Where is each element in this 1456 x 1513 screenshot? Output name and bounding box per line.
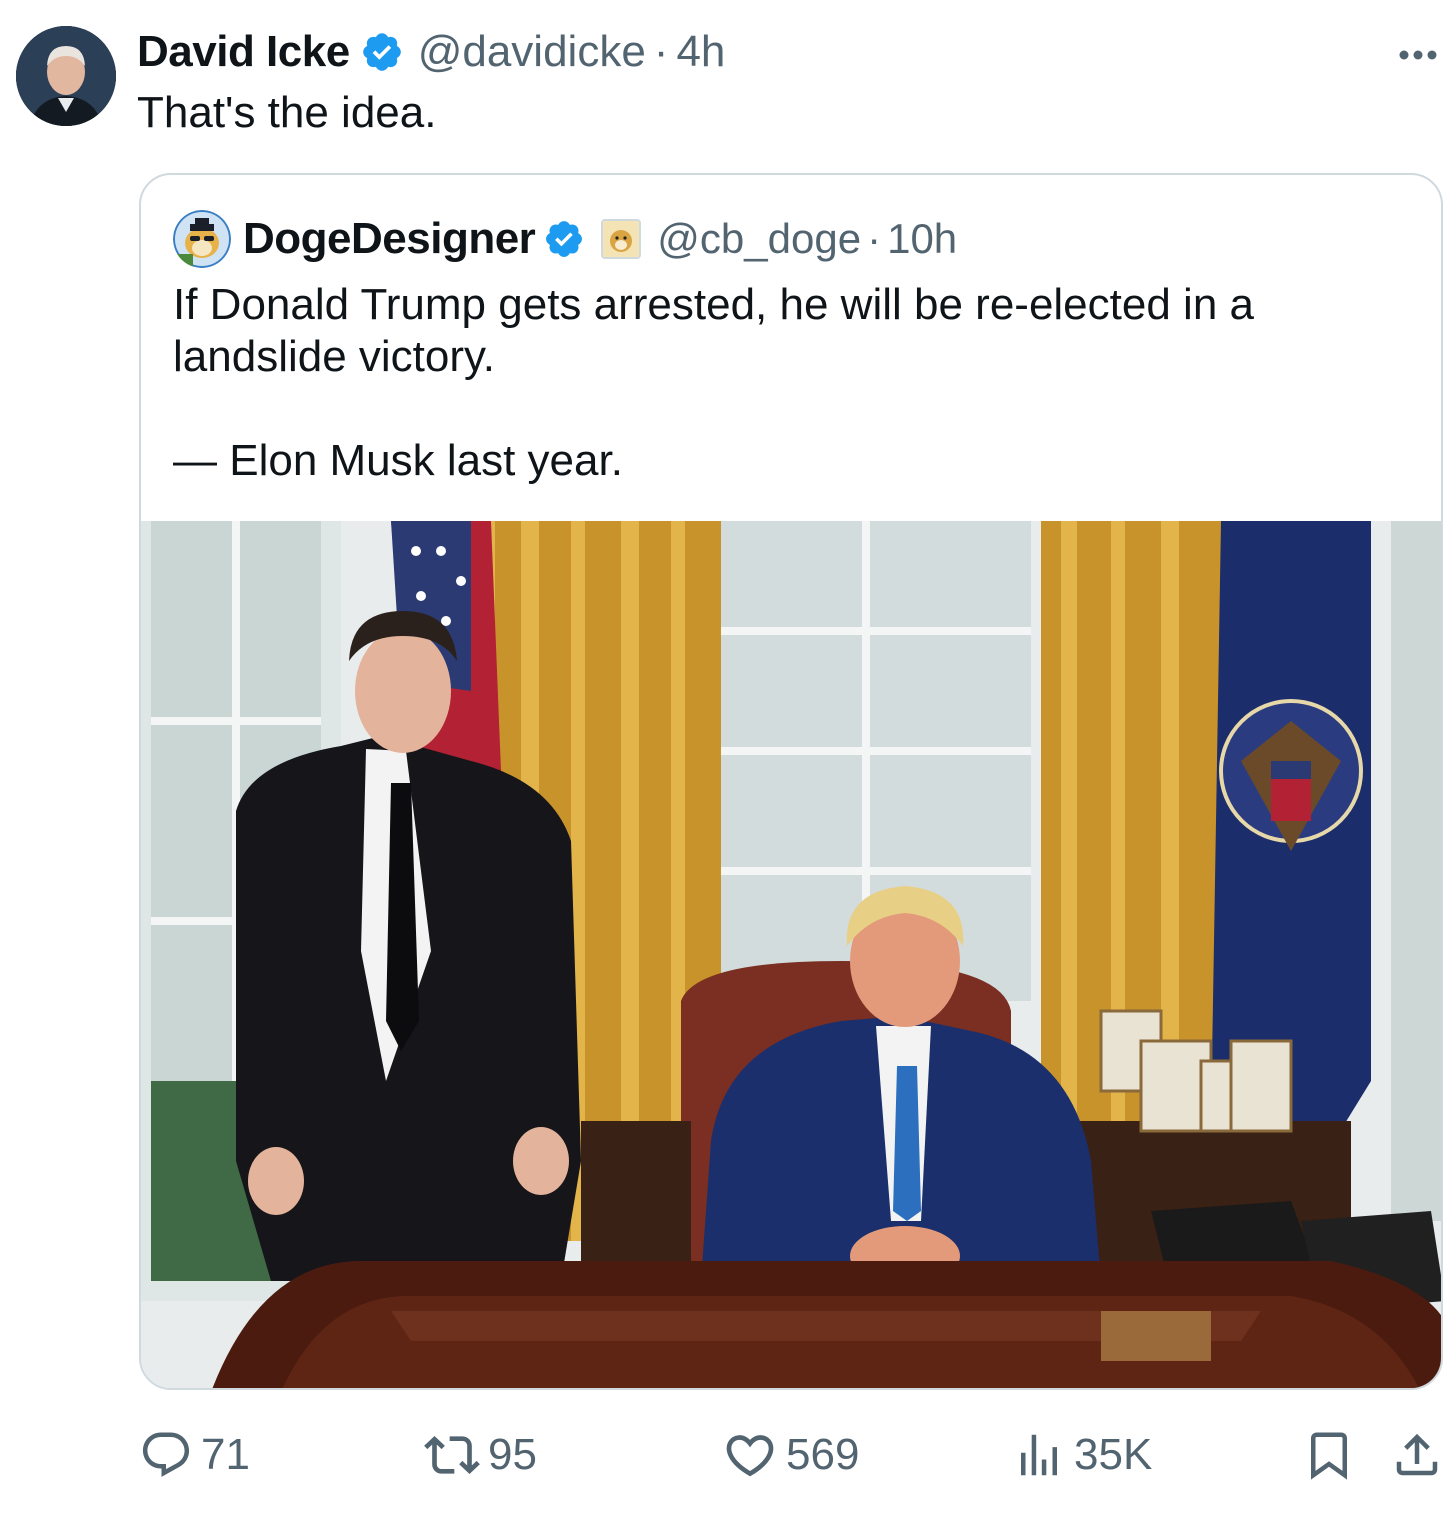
post-time[interactable]: 4h <box>676 27 725 77</box>
repost-icon <box>424 1427 480 1483</box>
repost-count: 95 <box>488 1430 537 1479</box>
quoted-post-photo[interactable] <box>141 521 1441 1388</box>
verified-badge-icon[interactable] <box>543 218 585 260</box>
reply-count: 71 <box>201 1430 250 1479</box>
quoted-author-avatar <box>173 210 231 268</box>
bookmark-icon <box>1302 1428 1356 1482</box>
post-header: David Icke @davidicke · 4h <box>137 24 725 80</box>
quoted-text-line: — Elon Musk last year. <box>173 436 623 485</box>
quoted-post-time[interactable]: 10h <box>887 215 957 263</box>
action-bar: 71 95 569 35K <box>0 1420 1456 1490</box>
quoted-post-header: DogeDesigner @cb_doge · 10h <box>173 210 957 268</box>
reply-button[interactable]: 71 <box>139 1420 250 1490</box>
like-count: 569 <box>786 1430 860 1479</box>
separator-dot: · <box>867 215 882 262</box>
quoted-post[interactable]: DogeDesigner @cb_doge · 10h If Donald Tr… <box>139 173 1443 1390</box>
quoted-author-handle[interactable]: @cb_doge <box>657 215 861 263</box>
heart-icon <box>722 1427 778 1483</box>
reply-icon <box>139 1428 193 1482</box>
tweet[interactable]: David Icke @davidicke · 4h That's the id… <box>0 0 1456 1513</box>
verified-badge-icon[interactable] <box>360 30 404 74</box>
share-icon <box>1390 1428 1444 1482</box>
affiliate-badge-icon[interactable] <box>601 219 642 259</box>
repost-button[interactable]: 95 <box>424 1420 537 1490</box>
quoted-post-text: If Donald Trump gets arrested, he will b… <box>173 279 1403 487</box>
share-button[interactable] <box>1390 1420 1444 1490</box>
separator-dot: · <box>653 27 669 76</box>
bookmark-button[interactable] <box>1302 1420 1356 1490</box>
post-text: That's the idea. <box>137 88 437 137</box>
views-count: 35K <box>1074 1430 1153 1479</box>
quoted-text-line: If Donald Trump gets arrested, he will b… <box>173 280 1254 381</box>
like-button[interactable]: 569 <box>722 1420 859 1490</box>
more-icon[interactable] <box>1396 40 1440 70</box>
views-icon <box>1012 1428 1066 1482</box>
author-name[interactable]: David Icke <box>137 27 350 77</box>
author-handle[interactable]: @davidicke <box>418 27 646 77</box>
quoted-author-name[interactable]: DogeDesigner <box>243 214 536 264</box>
author-avatar[interactable] <box>16 26 116 126</box>
views-button[interactable]: 35K <box>1012 1420 1152 1490</box>
